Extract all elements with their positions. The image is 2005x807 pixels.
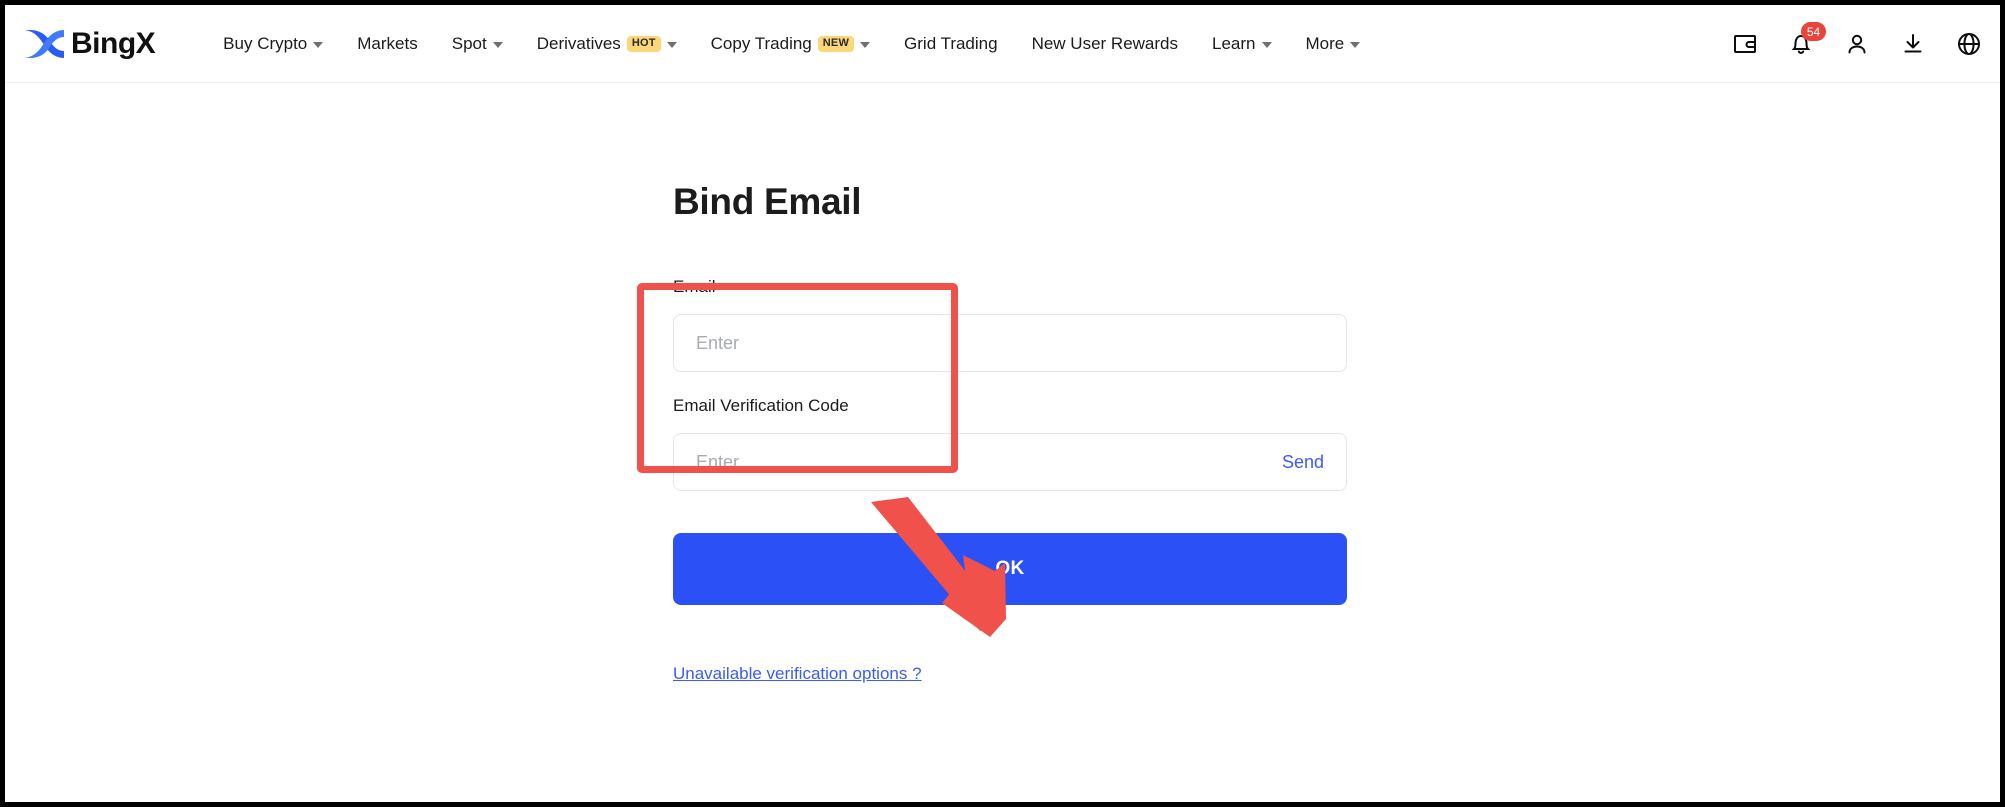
nav-item-markets[interactable]: Markets <box>340 24 434 64</box>
nav-item-new-user-rewards[interactable]: New User Rewards <box>1015 24 1195 64</box>
verification-code-input[interactable] <box>696 434 1272 490</box>
nav-item-more[interactable]: More <box>1289 24 1378 64</box>
main-navigation: Buy Crypto Markets Spot Derivatives HOT … <box>206 24 1377 64</box>
page-title: Bind Email <box>673 181 862 222</box>
logo-wordmark: BingX <box>71 26 156 60</box>
nav-label: Derivatives <box>536 33 621 53</box>
notification-count-badge: 54 <box>1801 22 1826 41</box>
chevron-down-icon <box>1350 41 1361 48</box>
nav-item-copy-trading[interactable]: Copy Trading NEW <box>694 24 887 64</box>
nav-label: Spot <box>451 33 487 53</box>
send-code-button[interactable]: Send <box>1282 452 1324 473</box>
chevron-down-icon <box>313 41 324 48</box>
ok-button[interactable]: OK <box>673 533 1347 605</box>
bind-email-form: Bind Email Email Email Verification Code… <box>673 183 1347 684</box>
nav-label: Buy Crypto <box>223 33 308 53</box>
chevron-down-icon <box>860 41 871 48</box>
bingx-logo[interactable]: BingX <box>21 26 156 61</box>
nav-item-spot[interactable]: Spot <box>435 24 520 64</box>
new-badge: NEW <box>817 35 855 52</box>
email-field-label: Email <box>673 277 716 296</box>
main-content: Bind Email Email Email Verification Code… <box>5 84 2000 802</box>
nav-item-grid-trading[interactable]: Grid Trading <box>887 24 1015 64</box>
nav-label: Markets <box>357 33 418 53</box>
globe-icon[interactable] <box>1956 31 1982 57</box>
chevron-down-icon <box>666 41 677 48</box>
nav-label: Copy Trading <box>710 33 812 53</box>
chevron-down-icon <box>492 41 503 48</box>
header-icon-group: 54 <box>1732 5 1982 83</box>
nav-item-learn[interactable]: Learn <box>1195 24 1288 64</box>
hot-badge: HOT <box>626 35 661 52</box>
verification-code-input-wrapper[interactable]: Send <box>673 433 1347 491</box>
unavailable-verification-options-link[interactable]: Unavailable verification options ? <box>673 664 922 683</box>
email-input[interactable] <box>696 315 1324 371</box>
user-icon[interactable] <box>1844 31 1870 57</box>
chevron-down-icon <box>1261 41 1272 48</box>
verification-code-label: Email Verification Code <box>673 396 849 415</box>
download-icon[interactable] <box>1900 31 1926 57</box>
nav-label: More <box>1305 33 1345 53</box>
site-header: BingX Buy Crypto Markets Spot Derivative… <box>5 5 2000 83</box>
nav-item-buy-crypto[interactable]: Buy Crypto <box>206 24 340 64</box>
verification-code-field-group: Email Verification Code Send <box>673 397 1347 491</box>
nav-item-derivatives[interactable]: Derivatives HOT <box>520 24 694 64</box>
browser-page: BingX Buy Crypto Markets Spot Derivative… <box>0 0 2005 807</box>
bingx-x-logo-icon <box>23 29 64 58</box>
email-input-wrapper[interactable] <box>673 314 1347 372</box>
nav-label: New User Rewards <box>1031 33 1179 53</box>
email-field-group: Email <box>673 278 1347 372</box>
nav-label: Grid Trading <box>904 33 998 53</box>
wallet-icon[interactable] <box>1732 31 1758 57</box>
bell-icon[interactable]: 54 <box>1788 22 1826 57</box>
nav-label: Learn <box>1212 33 1256 53</box>
